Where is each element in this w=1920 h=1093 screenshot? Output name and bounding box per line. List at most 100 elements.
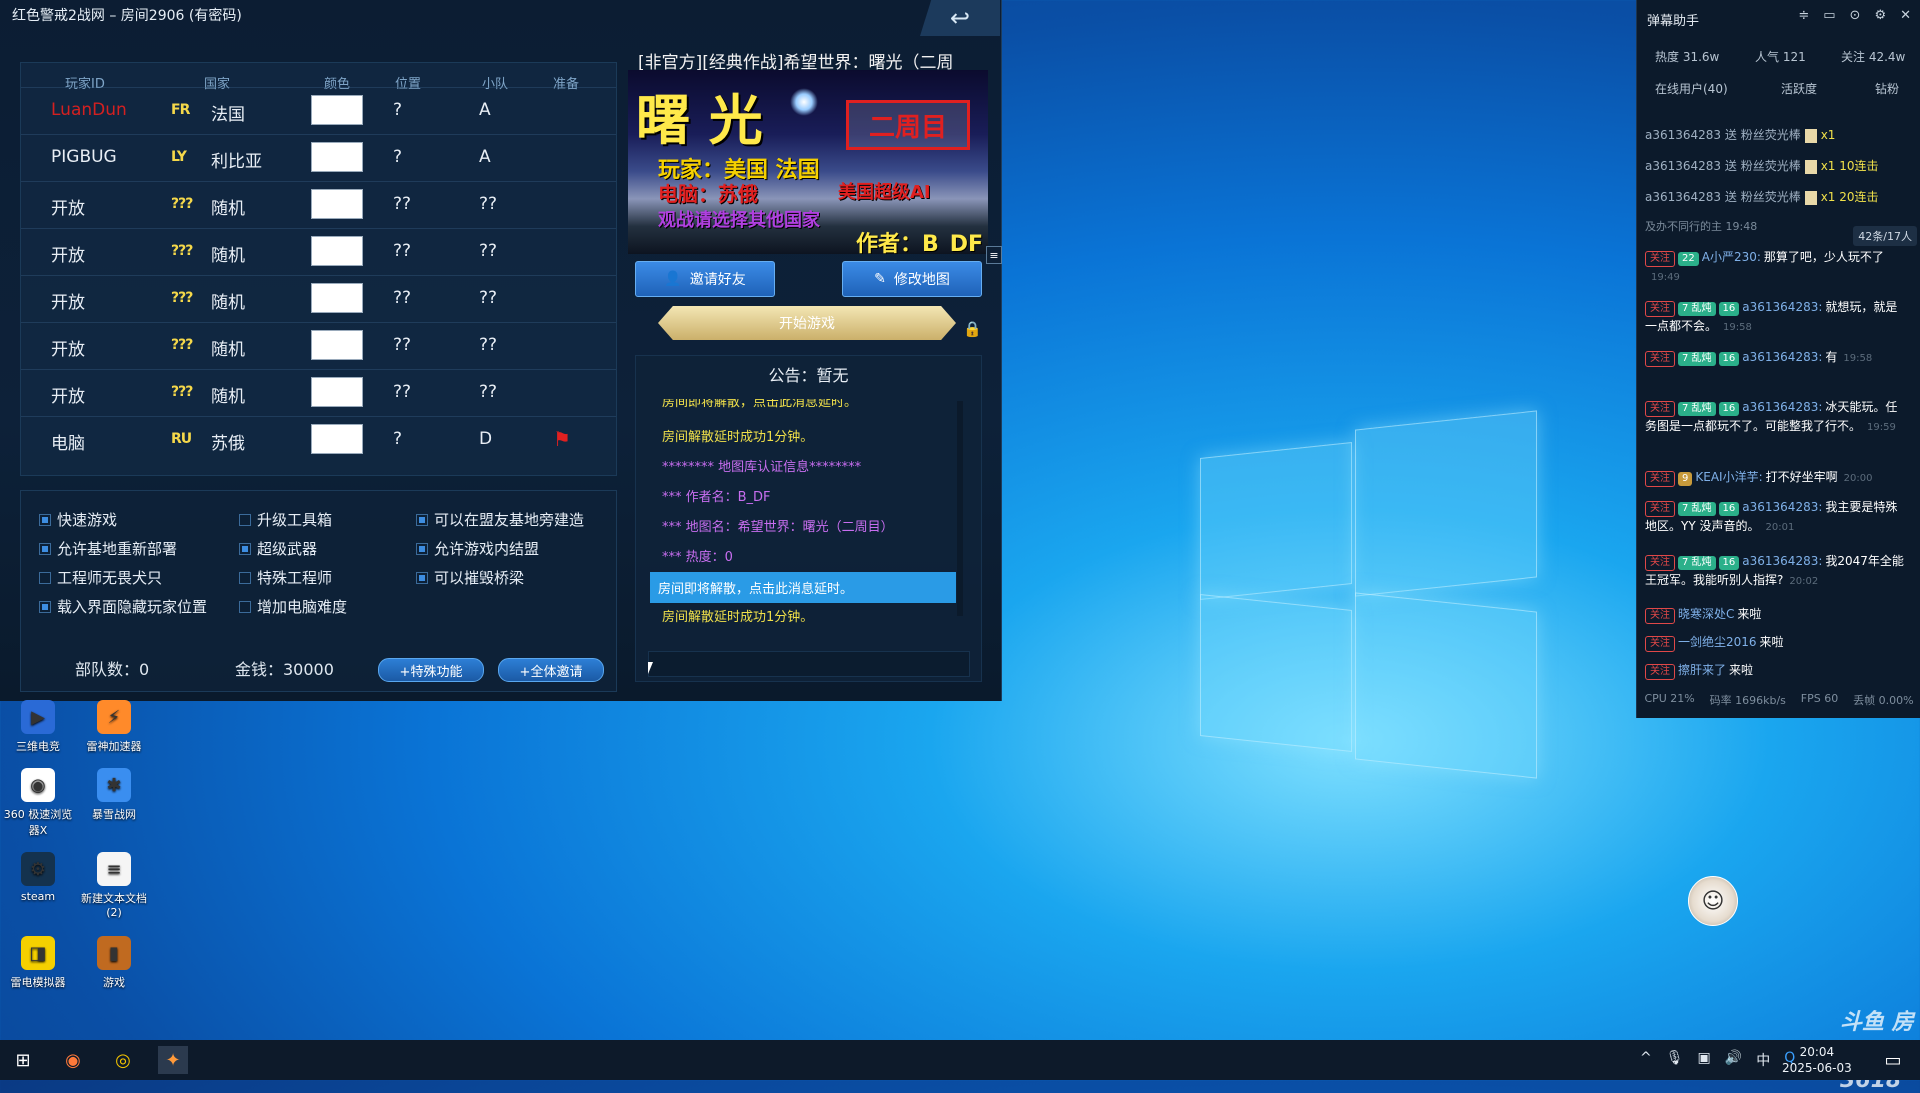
country-select[interactable]: 利比亚 (211, 147, 262, 172)
danmu-message[interactable]: 关注 一剑绝尘2016 来啦 (1645, 633, 1907, 652)
chat-message[interactable]: *** 作者名：B_DF (662, 486, 771, 505)
filter-icon[interactable]: ≑ (1798, 8, 1809, 23)
option-checkbox[interactable]: 允许游戏内结盟 (416, 538, 539, 559)
chat-message[interactable]: *** 热度：0 (662, 546, 733, 565)
color-select[interactable] (311, 236, 363, 266)
back-button[interactable]: ↩ (920, 0, 1000, 36)
team-select[interactable]: D (479, 429, 492, 449)
desktop-icon[interactable]: ⚙ steam (3, 852, 73, 903)
chat-message[interactable]: 房间即将解散，点击此消息延时。 (650, 572, 956, 603)
danmu-user[interactable]: A小严230: (1702, 250, 1761, 264)
invite-friends-button[interactable]: 👤 邀请好友 (635, 261, 775, 297)
chat-message[interactable]: 房间解散延时成功1分钟。 (662, 606, 813, 625)
country-select[interactable]: 随机 (211, 382, 245, 407)
player-row[interactable]: 开放??? 随机???? (21, 181, 616, 229)
option-checkbox[interactable]: 工程师无畏犬只 (39, 567, 162, 588)
option-checkbox[interactable]: 允许基地重新部署 (39, 538, 177, 559)
microphone-icon[interactable]: 🎙 (1666, 1050, 1684, 1070)
color-select[interactable] (311, 142, 363, 172)
option-checkbox[interactable]: 可以摧毁桥梁 (416, 567, 524, 588)
position-select[interactable]: ? (393, 100, 402, 120)
team-select[interactable]: ?? (479, 194, 497, 214)
country-select[interactable]: 随机 (211, 288, 245, 313)
tab-diamond-fans[interactable]: 钻粉 (1875, 80, 1899, 97)
country-select[interactable]: 随机 (211, 194, 245, 219)
chat-message[interactable]: 房间解散延时成功1分钟。 (662, 426, 813, 445)
country-select[interactable]: 随机 (211, 241, 245, 266)
position-select[interactable]: ?? (393, 241, 411, 261)
notification-icon[interactable]: ▭ (1878, 1046, 1908, 1074)
desktop-icon[interactable]: ▮ 游戏 (79, 936, 149, 990)
position-select[interactable]: ?? (393, 335, 411, 355)
network-icon[interactable]: ▣ (1698, 1050, 1711, 1070)
chat-message[interactable]: *** 地图名：希望世界：曙光（二周目） (662, 516, 894, 535)
danmu-user[interactable]: a361364283: (1742, 554, 1822, 568)
position-select[interactable]: ? (393, 429, 402, 449)
chat-input[interactable] (648, 651, 970, 677)
special-functions-button[interactable]: +特殊功能 (378, 658, 484, 682)
danmu-user[interactable]: KEAI小洋芋: (1695, 470, 1762, 484)
player-row[interactable]: LuanDun FR 法国? A (21, 87, 616, 135)
follow-tag[interactable]: 关注 (1645, 301, 1675, 317)
tab-online-users[interactable]: 在线用户(40) (1655, 80, 1728, 97)
option-checkbox[interactable]: 快速游戏 (39, 509, 117, 530)
start-game-button[interactable]: 开始游戏 (658, 306, 956, 340)
danmu-message[interactable]: 关注 擦肝来了 来啦 (1645, 661, 1907, 680)
danmu-message[interactable]: 关注 9 KEAI小洋芋: 打不好坐牢啊 20:00 (1645, 468, 1907, 488)
option-checkbox[interactable]: 超级武器 (239, 538, 317, 559)
option-checkbox[interactable]: 升级工具箱 (239, 509, 332, 530)
danmu-message[interactable]: 关注 7 乱炖 16 a361364283: 有 19:58 (1645, 348, 1907, 368)
danmu-user[interactable]: a361364283: (1742, 350, 1822, 364)
danmu-message[interactable]: 关注 晓寒深处C 来啦 (1645, 605, 1907, 624)
follow-tag[interactable]: 关注 (1645, 664, 1675, 680)
danmu-user[interactable]: a361364283: (1742, 300, 1822, 314)
browser-taskbar-icon[interactable]: ◉ (58, 1046, 88, 1074)
desktop-icon[interactable]: ◨ 雷电模拟器 (3, 936, 73, 990)
follow-tag[interactable]: 关注 (1645, 471, 1675, 487)
follow-tag[interactable]: 关注 (1645, 555, 1675, 571)
danmu-user[interactable]: a361364283: (1742, 500, 1822, 514)
player-row[interactable]: 开放??? 随机???? (21, 369, 616, 417)
country-select[interactable]: 法国 (211, 100, 245, 125)
danmu-message[interactable]: 关注 22 A小严230: 那算了吧，少人玩不了 19:49 (1645, 248, 1907, 287)
unlock-icon[interactable]: ⊙ (1850, 8, 1861, 23)
danmu-message[interactable]: 关注 7 乱炖 16 a361364283: 我2047年全能王冠军。我能听别人指挥? 2… (1645, 552, 1907, 591)
team-select[interactable]: ?? (479, 288, 497, 308)
desktop-icon[interactable]: ≡ 新建文本文档 (2) (79, 852, 149, 919)
country-select[interactable]: 随机 (211, 335, 245, 360)
chat-message[interactable]: 房间即将解散，点击此消息延时。 (662, 399, 857, 410)
danmu-user[interactable]: 一剑绝尘2016 (1678, 635, 1757, 649)
follow-tag[interactable]: 关注 (1645, 401, 1675, 417)
chat-scrollbar[interactable] (957, 401, 963, 616)
danmu-message[interactable]: 关注 7 乱炖 16 a361364283: 就想玩，就是一点都不会。 19:58 (1645, 298, 1907, 337)
start-icon[interactable]: ⊞ (8, 1046, 38, 1074)
game-taskbar-icon[interactable]: ✦ (158, 1046, 188, 1074)
color-select[interactable] (311, 424, 363, 454)
player-row[interactable]: 开放??? 随机???? (21, 275, 616, 323)
option-checkbox[interactable]: 增加电脑难度 (239, 596, 347, 617)
desktop-icon[interactable]: ✱ 暴雪战网 (79, 768, 149, 822)
color-select[interactable] (311, 283, 363, 313)
danmu-user[interactable]: 晓寒深处C (1678, 607, 1734, 621)
volume-icon[interactable]: 🔊 (1725, 1050, 1742, 1070)
team-select[interactable]: A (479, 147, 491, 167)
expand-icon[interactable]: ≡ (986, 246, 1002, 264)
color-select[interactable] (311, 377, 363, 407)
chevron-up-icon[interactable]: ^ (1640, 1050, 1652, 1070)
team-select[interactable]: ?? (479, 335, 497, 355)
follow-tag[interactable]: 关注 (1645, 251, 1675, 267)
color-select[interactable] (311, 95, 363, 125)
option-checkbox[interactable]: 载入界面隐藏玩家位置 (39, 596, 207, 617)
owl-app-icon[interactable]: ◎ (108, 1046, 138, 1074)
danmu-user[interactable]: a361364283: (1742, 400, 1822, 414)
team-select[interactable]: ?? (479, 382, 497, 402)
follow-tag[interactable]: 关注 (1645, 636, 1675, 652)
invite-all-button[interactable]: +全体邀请 (498, 658, 604, 682)
color-select[interactable] (311, 330, 363, 360)
option-checkbox[interactable]: 可以在盟友基地旁建造 (416, 509, 584, 530)
clock-date[interactable]: 2025-06-03 (1782, 1060, 1852, 1076)
position-select[interactable]: ? (393, 147, 402, 167)
position-select[interactable]: ?? (393, 194, 411, 214)
team-select[interactable]: ?? (479, 241, 497, 261)
follow-tag[interactable]: 关注 (1645, 351, 1675, 367)
